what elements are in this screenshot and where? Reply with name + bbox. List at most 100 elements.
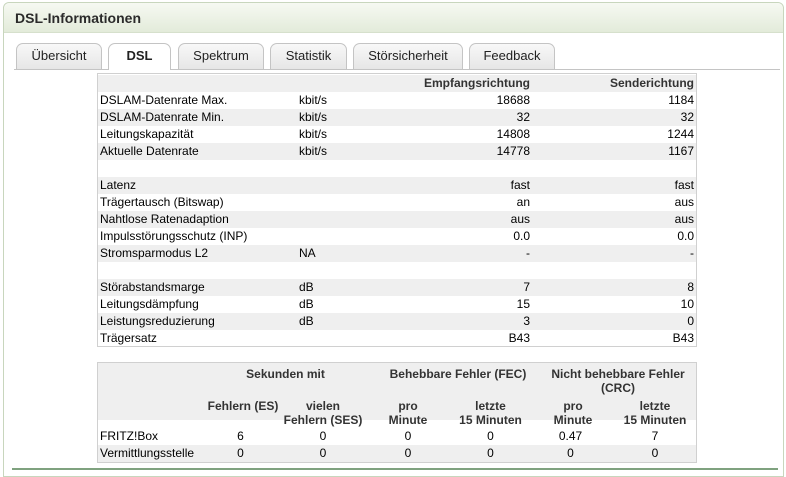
table-row: Impulsstörungsschutz (INP) 0.0 0.0: [98, 228, 696, 245]
row-tx-value: aus: [674, 195, 694, 209]
row-tx-value: 10: [680, 297, 694, 311]
row-rx-value: 3: [523, 314, 530, 328]
row-rx-value: aus: [510, 212, 530, 226]
row-rx-value: 18688: [496, 93, 530, 107]
row-unit: NA: [299, 246, 316, 260]
cell-crc-15: 0: [651, 446, 659, 460]
tab-statistik[interactable]: Statistik: [270, 43, 347, 69]
cell-es: 6: [237, 429, 244, 443]
table-row: Leitungsdämpfung dB 15 10: [98, 296, 696, 313]
row-tx-value: 1184: [668, 93, 694, 107]
row-tx-value: 0.0: [677, 229, 694, 243]
row-rx-value: -: [526, 246, 530, 260]
cell-ses: 0: [319, 429, 327, 443]
header-fec-min-line2: Minute: [388, 413, 428, 427]
row-label: Trägersatz: [100, 331, 157, 345]
table-row: Latenz fast fast: [98, 177, 696, 194]
table-row: Trägertausch (Bitswap) an aus: [98, 194, 696, 211]
page-title: DSL-Informationen: [15, 10, 141, 26]
row-label: DSLAM-Datenrate Min.: [100, 110, 225, 124]
table-row: Trägersatz B43 B43: [98, 330, 696, 347]
header-fec: Behebbare Fehler (FEC): [389, 367, 527, 381]
cell-label: Vermittlungsstelle: [100, 446, 195, 460]
row-unit: dB: [299, 280, 314, 294]
cell-es: 0: [237, 446, 244, 460]
row-rx-value: 0.0: [513, 229, 530, 243]
header-rx: Empfangsrichtung: [423, 76, 530, 90]
header-crc-15-line1: letzte: [639, 399, 671, 413]
row-tx-value: B43: [672, 331, 694, 345]
row-tx-value: 1244: [667, 127, 694, 141]
table-header: Empfangsrichtung Senderichtung: [98, 75, 696, 92]
row-unit: kbit/s: [299, 110, 328, 124]
line-info-table: Empfangsrichtung Senderichtung DSLAM-Dat…: [97, 73, 697, 347]
row-label: Stromsparmodus L2: [100, 246, 209, 260]
header-fec-min-line1: pro: [398, 399, 418, 413]
header-es: Fehlern (ES): [207, 399, 279, 413]
header-crc-line2: (CRC): [601, 381, 635, 395]
bottom-divider: [12, 468, 778, 470]
cell-ses: 0: [319, 446, 327, 460]
cell-label: FRITZ!Box: [100, 429, 159, 443]
row-rx-value: 14808: [496, 127, 530, 141]
row-label: Leistungsreduzierung: [100, 314, 215, 328]
header-crc-min-line1: pro: [563, 399, 583, 413]
header-fec-15-line1: letzte: [475, 399, 506, 413]
row-unit: kbit/s: [299, 144, 328, 158]
table-row: Nahtlose Ratenadaption aus aus: [98, 211, 696, 228]
table-row: [98, 160, 696, 177]
row-tx-value: fast: [674, 178, 694, 192]
cell-fec-min: 0: [404, 429, 412, 443]
tab-stoersicherheit[interactable]: Störsicherheit: [353, 43, 463, 69]
row-tx-value: aus: [674, 212, 694, 226]
cell-fec-min: 0: [404, 446, 412, 460]
row-label: Latenz: [100, 178, 137, 192]
row-label: Impulsstörungsschutz (INP): [100, 229, 248, 243]
tab-feedback[interactable]: Feedback: [469, 43, 555, 69]
header-ses-line1: vielen: [305, 399, 341, 413]
row-rx-value: an: [516, 195, 530, 209]
header-seconds: Sekunden mit: [246, 367, 325, 381]
table-row: Leitungskapazität kbit/s 14808 1244: [98, 126, 696, 143]
row-label: Leitungsdämpfung: [100, 297, 199, 311]
table-row: Aktuelle Datenrate kbit/s 14778 1167: [98, 143, 696, 160]
header-fec-15-line2: 15 Minuten: [459, 413, 522, 427]
table-row: Leistungsreduzierung dB 3 0: [98, 313, 696, 330]
cell-crc-min: 0.47: [558, 429, 583, 443]
cell-fec-15: 0: [487, 446, 494, 460]
row-label: Störabstandsmarge: [100, 280, 205, 294]
header-crc-min-line2: Minute: [553, 413, 593, 427]
row-label: Trägertausch (Bitswap): [100, 195, 224, 209]
row-label: Leitungskapazität: [100, 127, 194, 141]
row-rx-value: fast: [510, 178, 530, 192]
table-row: FRITZ!Box 6 0 0 0 0.47 7: [98, 428, 696, 445]
table-row: Stromsparmodus L2 NA - -: [98, 245, 696, 262]
row-tx-value: 1167: [668, 144, 694, 158]
row-unit: kbit/s: [299, 93, 328, 107]
cell-fec-15: 0: [487, 429, 494, 443]
row-label: Nahtlose Ratenadaption: [100, 212, 229, 226]
table-row: Störabstandsmarge dB 7 8: [98, 279, 696, 296]
row-rx-value: 14778: [496, 144, 530, 158]
table-row: Vermittlungsstelle 0 0 0 0 0 0: [98, 445, 696, 462]
table-row: DSLAM-Datenrate Min. kbit/s 32 32: [98, 109, 696, 126]
cell-crc-15: 7: [651, 429, 659, 443]
cell-crc-min: 0: [567, 446, 574, 460]
row-tx-value: 8: [687, 280, 694, 294]
row-rx-value: 32: [516, 110, 530, 124]
tab-spektrum[interactable]: Spektrum: [178, 43, 264, 69]
row-label: Aktuelle Datenrate: [100, 144, 199, 158]
row-label: DSLAM-Datenrate Max.: [100, 93, 228, 107]
error-stats-table: Sekunden mit Behebbare Fehler (FEC) Nich…: [97, 362, 697, 463]
row-tx-value: 32: [680, 110, 694, 124]
tab-dsl[interactable]: DSL: [108, 43, 171, 70]
row-rx-value: 15: [516, 297, 530, 311]
header-tx: Senderichtung: [609, 76, 694, 90]
row-unit: dB: [299, 314, 314, 328]
table-row: [98, 262, 696, 279]
header-crc-line1: Nicht behebbare Fehler: [551, 367, 685, 381]
table-row: DSLAM-Datenrate Max. kbit/s 18688 1184: [98, 92, 696, 109]
header-crc-15-line2: 15 Minuten: [623, 413, 687, 427]
row-tx-value: -: [690, 246, 694, 260]
tab-uebersicht[interactable]: Übersicht: [16, 43, 102, 69]
